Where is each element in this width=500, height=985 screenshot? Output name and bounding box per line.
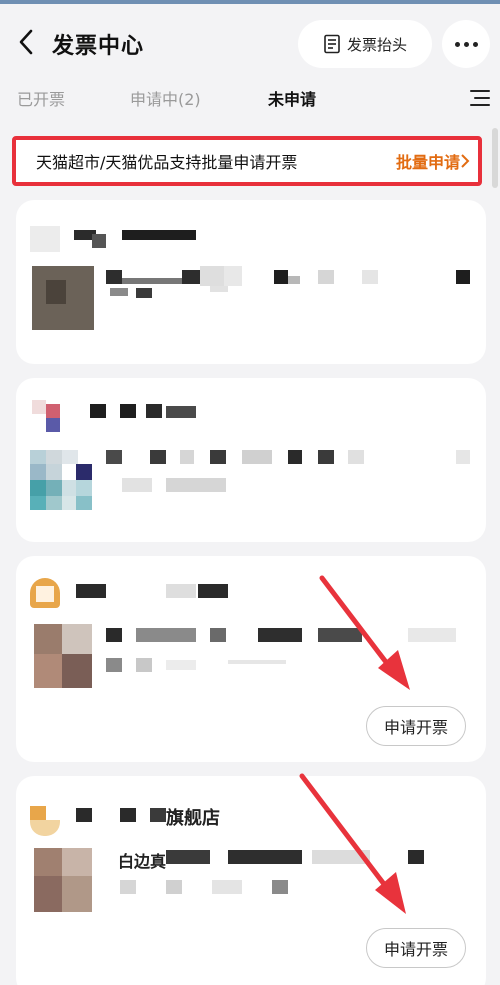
red-arrow-icon	[319, 575, 410, 690]
annotation-arrows	[299, 575, 410, 914]
red-arrow-icon	[299, 773, 406, 914]
